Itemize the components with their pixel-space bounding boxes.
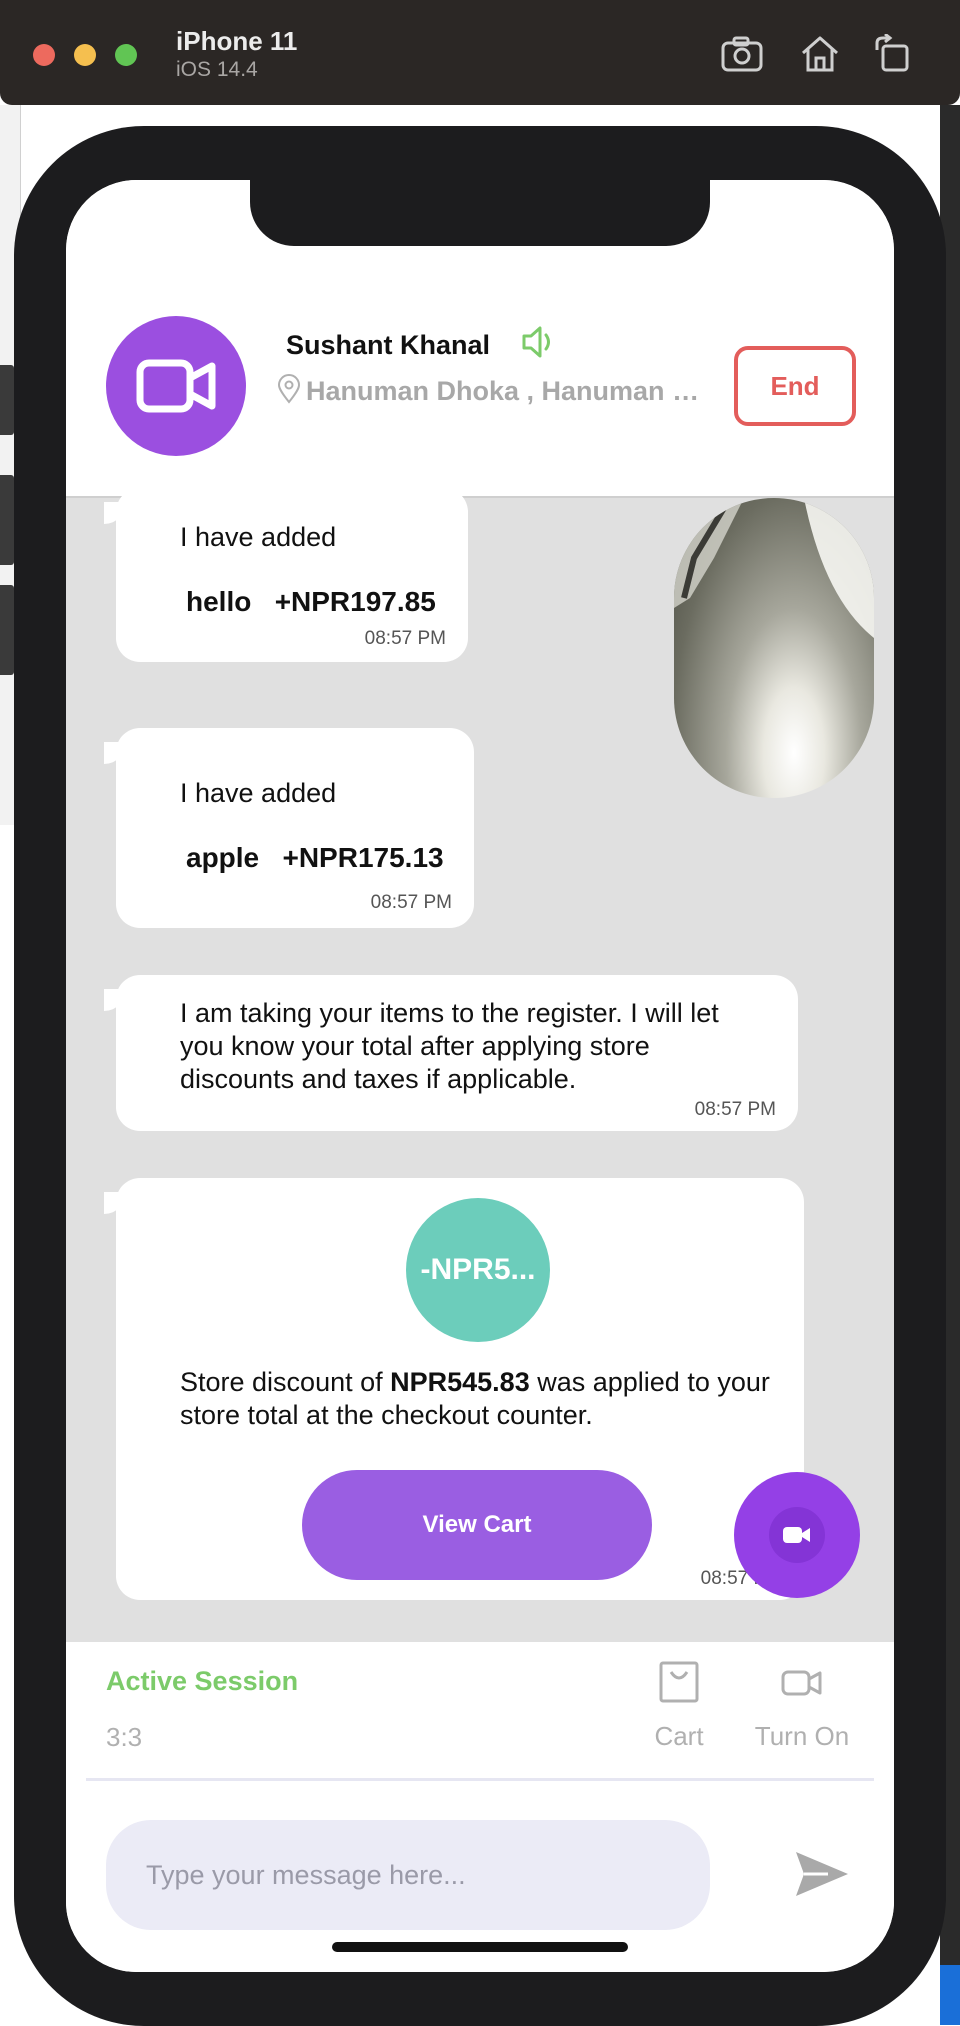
rotate-icon[interactable]: [871, 34, 915, 74]
device-name: iPhone 11: [176, 26, 298, 56]
self-video-preview[interactable]: [674, 498, 874, 798]
caller-name: Sushant Khanal: [286, 330, 491, 360]
view-cart-button[interactable]: View Cart: [302, 1470, 652, 1580]
added-item-line: apple +NPR175.13: [186, 842, 444, 874]
session-status: Active Session: [106, 1666, 299, 1696]
chat-message-added-item: I have added apple +NPR175.13 08:57 PM: [104, 728, 474, 928]
os-version: iOS 14.4: [176, 58, 258, 81]
message-label: I have added: [180, 522, 337, 552]
discount-amount: NPR545.83: [390, 1367, 530, 1397]
phone-screen: Sushant Khanal Hanuman Dhoka , Hanuman D…: [66, 180, 894, 1972]
cart-label: Cart: [654, 1721, 704, 1751]
divider: [86, 1778, 874, 1781]
video-camera-icon: [783, 1527, 810, 1543]
message-time: 08:57 PM: [694, 1099, 776, 1120]
discount-message-text: Store discount of NPR545.83 was applied …: [180, 1367, 770, 1430]
session-counter: 3:3: [106, 1722, 143, 1752]
chat-message-text: I am taking your items to the register. …: [104, 975, 798, 1131]
camera-toggle-button[interactable]: Turn On: [732, 1660, 872, 1752]
message-label: I have added: [180, 778, 337, 808]
speaker-icon[interactable]: [520, 324, 560, 360]
simulator-titlebar: iPhone 11 iOS 14.4: [0, 0, 960, 105]
cart-button[interactable]: Cart: [624, 1660, 734, 1752]
camera-toggle-label: Turn On: [754, 1721, 850, 1751]
home-icon[interactable]: [798, 34, 842, 74]
chat-message-added-item: I have added hello +NPR197.85 08:57 PM: [104, 488, 468, 662]
zoom-window-button[interactable]: [115, 44, 137, 66]
message-time: 08:57 PM: [370, 892, 452, 913]
send-icon[interactable]: [794, 1850, 850, 1898]
added-item-line: hello +NPR197.85: [186, 586, 436, 618]
phone-notch: [250, 180, 710, 246]
caller-location: Hanuman Dhoka , Hanuman Dhoka Durbar Squ…: [306, 376, 706, 406]
session-footer: Active Session 3:3 Cart Turn On: [66, 1642, 894, 1972]
item-name: hello: [186, 586, 252, 617]
chat-message-discount: -NPR5... Store discount of NPR545.83 was…: [104, 1178, 804, 1600]
video-camera-icon: [781, 1670, 822, 1696]
caller-avatar: [106, 316, 246, 456]
video-camera-icon: [136, 359, 216, 413]
discount-badge: -NPR5...: [406, 1198, 550, 1342]
end-call-button[interactable]: End: [734, 346, 856, 426]
shopping-bag-icon: [659, 1661, 699, 1703]
video-call-fab[interactable]: [734, 1472, 860, 1598]
message-time: 08:57 PM: [364, 628, 446, 649]
item-name: apple: [186, 842, 260, 873]
item-price: +NPR175.13: [282, 842, 444, 873]
close-window-button[interactable]: [33, 44, 55, 66]
message-text: I am taking your items to the register. …: [180, 998, 719, 1094]
home-indicator[interactable]: [332, 1942, 628, 1952]
item-price: +NPR197.85: [274, 586, 436, 617]
location-pin-icon: [277, 374, 301, 404]
minimize-window-button[interactable]: [74, 44, 96, 66]
message-input[interactable]: [106, 1820, 710, 1930]
screenshot-icon[interactable]: [720, 34, 764, 74]
